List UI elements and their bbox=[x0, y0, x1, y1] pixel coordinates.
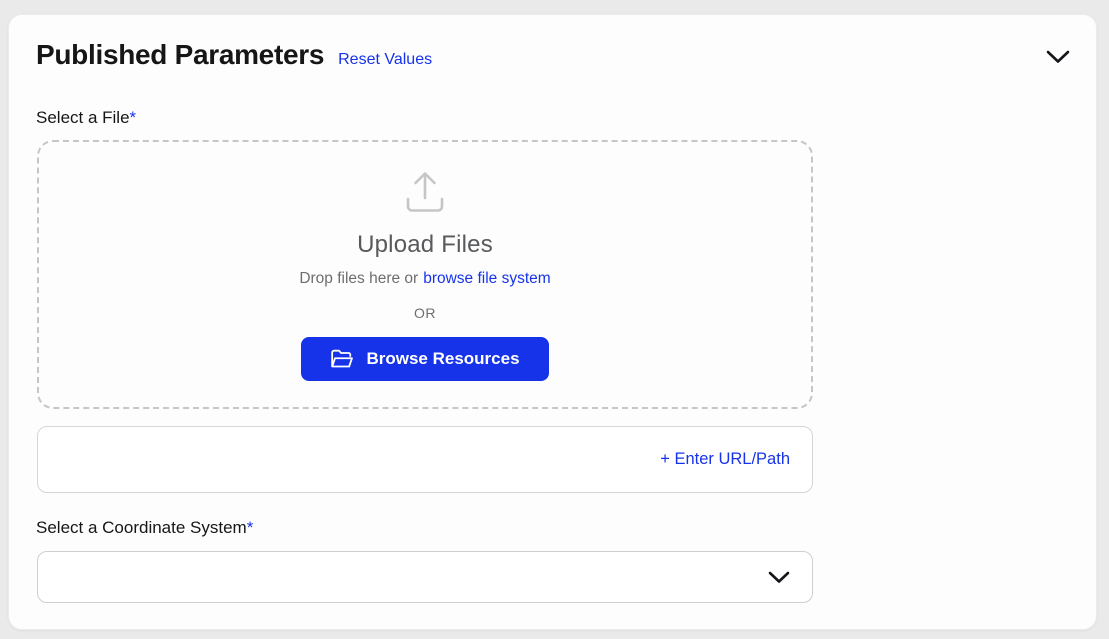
enter-url-path-link[interactable]: + Enter URL/Path bbox=[660, 450, 790, 469]
browse-resources-label: Browse Resources bbox=[366, 349, 520, 368]
required-asterisk: * bbox=[246, 518, 254, 537]
browse-file-system-link[interactable]: browse file system bbox=[423, 270, 550, 288]
select-file-label: Select a File* bbox=[36, 108, 136, 128]
dropzone-title: Upload Files bbox=[357, 231, 493, 258]
chevron-down-icon bbox=[768, 571, 790, 583]
panel-header: Published Parameters Reset Values bbox=[36, 39, 1072, 71]
select-coordinate-system-label: Select a Coordinate System* bbox=[36, 518, 253, 538]
page-title: Published Parameters bbox=[36, 39, 325, 70]
reset-values-link[interactable]: Reset Values bbox=[338, 51, 432, 69]
upload-icon bbox=[406, 172, 444, 212]
chevron-down-icon bbox=[1046, 50, 1070, 63]
open-folder-icon bbox=[331, 349, 354, 368]
url-path-box: + Enter URL/Path bbox=[37, 426, 813, 493]
drop-files-text: Drop files here or bbox=[299, 270, 419, 287]
browse-resources-button[interactable]: Browse Resources bbox=[301, 337, 549, 381]
required-asterisk: * bbox=[129, 108, 137, 127]
or-divider-text: OR bbox=[414, 305, 436, 321]
file-dropzone[interactable]: Upload Files Drop files here or browse f… bbox=[37, 140, 813, 409]
coordinate-system-select[interactable] bbox=[37, 551, 813, 603]
panel-collapse-button[interactable] bbox=[1044, 43, 1072, 71]
dropzone-subtext: Drop files here or browse file system bbox=[299, 270, 550, 288]
select-file-label-text: Select a File bbox=[36, 108, 130, 127]
select-coordinate-system-label-text: Select a Coordinate System bbox=[36, 518, 247, 537]
published-parameters-panel: Published Parameters Reset Values Select… bbox=[8, 14, 1097, 630]
